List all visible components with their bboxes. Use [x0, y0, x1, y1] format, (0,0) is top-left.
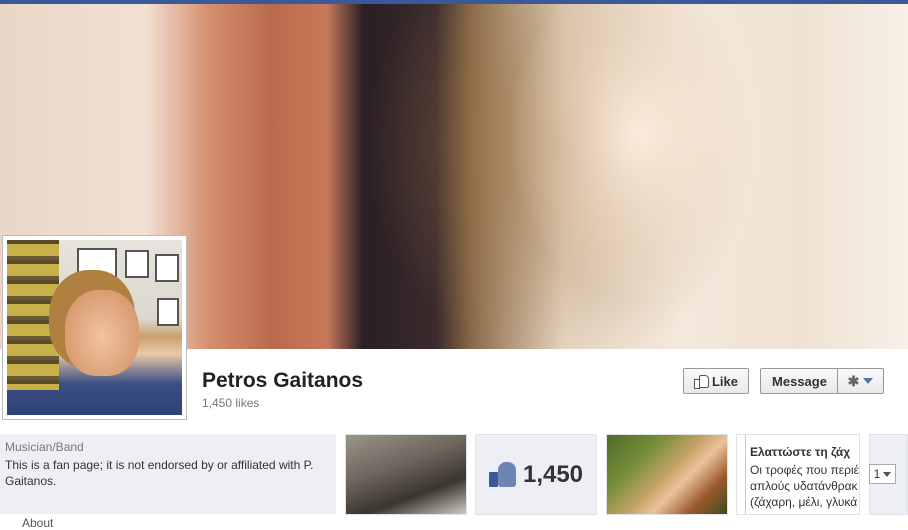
- app-tile-video[interactable]: [606, 434, 728, 515]
- chevron-down-icon: [863, 378, 874, 384]
- about-link[interactable]: About: [22, 516, 53, 530]
- page-description: This is a fan page; it is not endorsed b…: [5, 458, 314, 488]
- thumbs-up-icon: [693, 375, 709, 389]
- chevron-down-icon: [883, 471, 892, 477]
- app-tile-notes[interactable]: Ελαττώστε τη ζάχ Οι τροφές που περιέ απλ…: [736, 434, 860, 515]
- note-line: Οι τροφές που περιέ: [750, 463, 859, 477]
- wall-frame: [155, 254, 179, 282]
- message-button[interactable]: Message: [760, 368, 838, 394]
- likes-count[interactable]: 1,450 likes: [202, 396, 259, 410]
- page-info-box: Musician/Band This is a fan page; it is …: [0, 434, 336, 514]
- profile-picture-image: [7, 240, 182, 415]
- app-tile-likes[interactable]: 1,450: [475, 434, 597, 515]
- likes-tile-count: 1,450: [522, 460, 584, 488]
- note-margin-line: [745, 435, 746, 514]
- portrait-face: [65, 290, 139, 376]
- wall-frame: [125, 250, 149, 278]
- video-thumbnail: [607, 435, 727, 514]
- app-tile-photos[interactable]: [345, 434, 467, 515]
- photos-thumbnail: [346, 435, 466, 514]
- thumbs-up-icon: [488, 461, 517, 488]
- settings-dropdown-button[interactable]: ✱: [837, 368, 884, 394]
- app-pager-select[interactable]: 1: [869, 464, 896, 484]
- page-title[interactable]: Petros Gaitanos: [202, 369, 363, 393]
- like-button-label: Like: [711, 373, 738, 389]
- page-category[interactable]: Musician/Band: [5, 440, 331, 454]
- gear-icon: ✱: [847, 372, 860, 389]
- note-line: (ζάχαρη, μέλι, γλυκά: [750, 495, 858, 509]
- pager-value: 1: [873, 467, 881, 481]
- like-button[interactable]: Like: [683, 368, 749, 394]
- profile-picture[interactable]: [2, 235, 187, 420]
- wall-frame: [157, 298, 179, 326]
- wall-frame: [77, 248, 117, 278]
- bookshelf: [7, 240, 59, 390]
- message-button-label: Message: [772, 373, 827, 389]
- note-line: απλούς υδατάνθρακ: [750, 479, 858, 493]
- note-title: Ελαττώστε τη ζάχ: [750, 445, 851, 459]
